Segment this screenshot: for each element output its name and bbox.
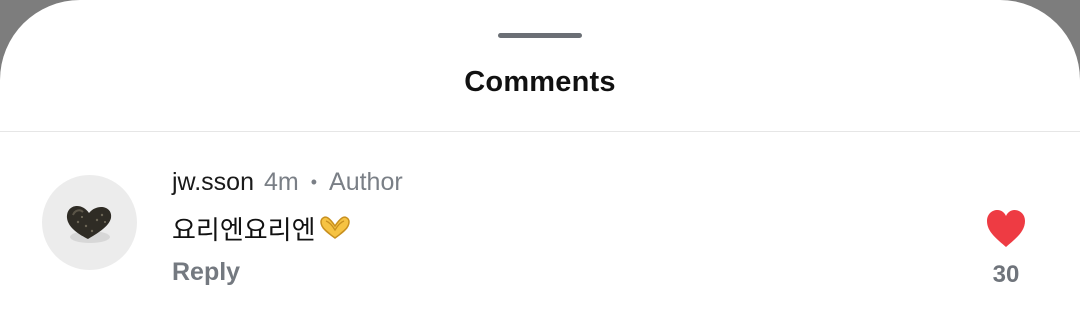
comment-text-body: 요리엔요리엔 [172,215,316,246]
comment-username[interactable]: jw.sson [172,168,254,197]
header-divider [0,131,1080,132]
comments-sheet: Comments jw.sson 4m • Author 요리엔요리엔 Repl… [0,0,1080,311]
sheet-title: Comments [464,66,616,98]
heart-icon [987,210,1025,247]
comment-meta: jw.sson 4m • Author [172,166,403,198]
avatar[interactable] [42,175,137,270]
meta-separator: • [310,171,318,192]
avatar-heart-image [66,205,112,243]
like-count: 30 [992,261,1020,288]
comment-text: 요리엔요리엔 [172,210,352,246]
heart-hands-icon [318,214,352,242]
comment-timestamp: 4m [263,167,299,196]
author-badge: Author [329,167,403,196]
drag-handle[interactable] [498,33,582,38]
reply-button[interactable]: Reply [172,258,240,287]
like-button[interactable] [984,208,1028,250]
